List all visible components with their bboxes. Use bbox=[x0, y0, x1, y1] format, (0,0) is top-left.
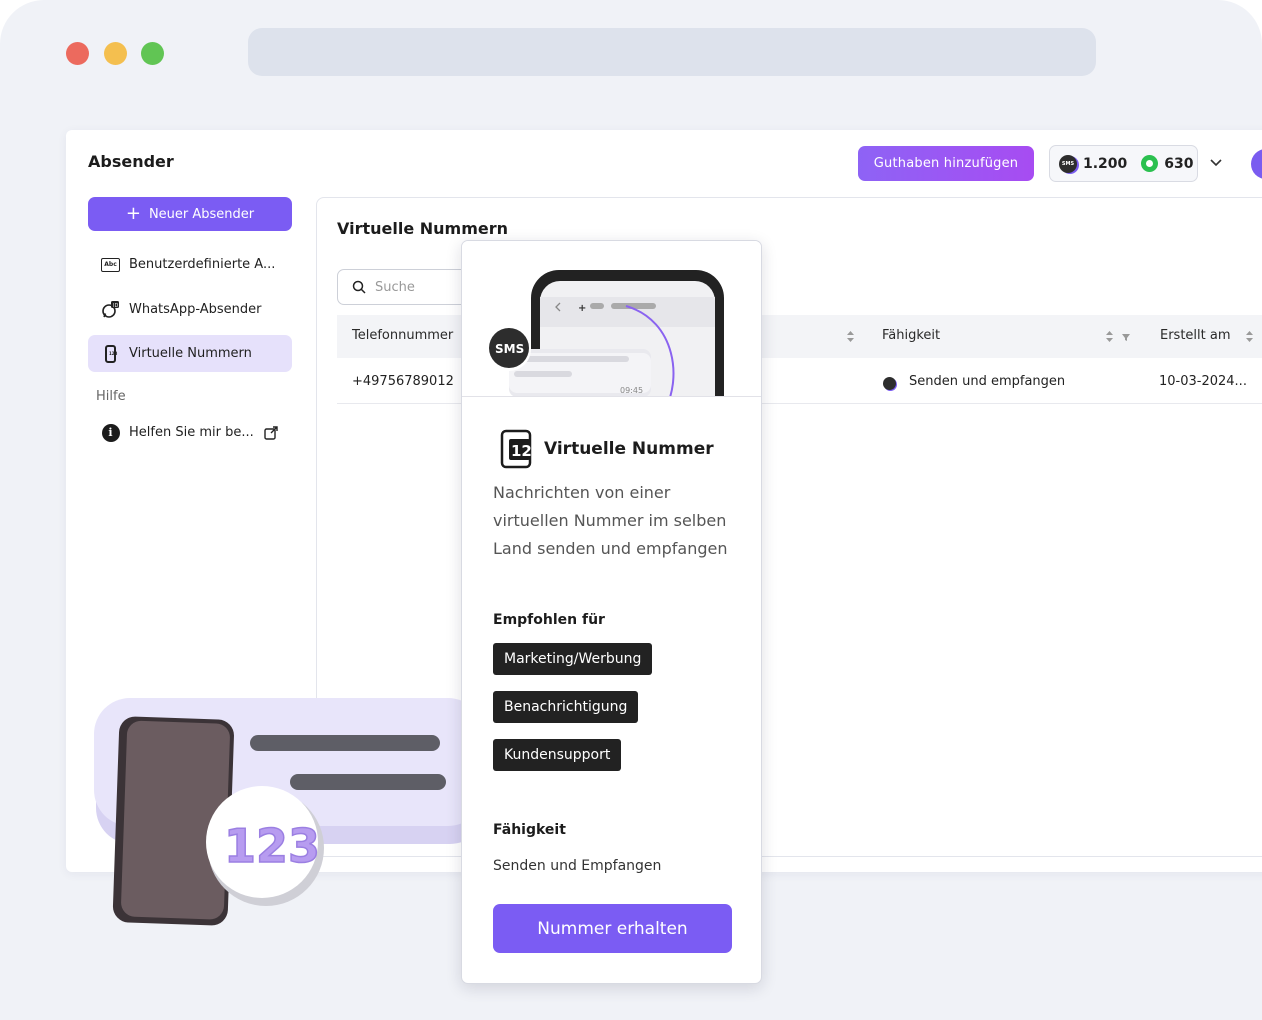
column-header-phone[interactable]: Telefonnummer bbox=[352, 328, 453, 343]
address-bar[interactable] bbox=[248, 28, 1096, 76]
whatsapp-balance: 630 bbox=[1164, 155, 1194, 172]
window-maximize-dot[interactable] bbox=[141, 42, 164, 65]
search-placeholder: Suche bbox=[375, 279, 415, 295]
card-description: Nachrichten von einer virtuellen Nummer … bbox=[493, 483, 728, 558]
whatsapp-id-icon: ID bbox=[101, 300, 120, 319]
svg-text:12: 12 bbox=[511, 442, 532, 460]
capability-value: Senden und Empfangen bbox=[493, 858, 662, 874]
message-time: 09:45 bbox=[620, 386, 643, 395]
sort-icon[interactable] bbox=[1105, 330, 1114, 343]
sidebar-item-virtual-numbers[interactable]: Virtuelle Nummern bbox=[88, 335, 292, 372]
new-sender-label: Neuer Absender bbox=[148, 206, 255, 222]
sidebar-item-help[interactable]: i Helfen Sie mir be... bbox=[88, 414, 292, 451]
filter-icon[interactable] bbox=[1121, 330, 1131, 343]
phone-sms-illustration: + 09:45 SMS bbox=[487, 270, 724, 396]
capability-heading: Fähigkeit bbox=[493, 822, 566, 838]
column-header-created[interactable]: Erstellt am bbox=[1160, 328, 1231, 343]
plus-icon: + bbox=[125, 203, 141, 224]
sidebar-item-label: Virtuelle Nummern bbox=[129, 346, 252, 361]
sms-badge: SMS bbox=[495, 342, 524, 356]
avatar[interactable] bbox=[1251, 149, 1262, 179]
card-title: Virtuelle Nummer bbox=[544, 439, 714, 459]
phone-number-icon bbox=[101, 344, 120, 363]
sms-icon: SMS bbox=[1059, 154, 1077, 173]
help-section-label: Hilfe bbox=[96, 389, 126, 404]
add-credit-button[interactable]: Guthaben hinzufügen bbox=[858, 146, 1034, 181]
browser-frame: Absender Guthaben hinzufügen SMS 1.200 6… bbox=[0, 0, 1262, 1020]
use-case-tag: Kundensupport bbox=[493, 739, 622, 771]
window-close-dot[interactable] bbox=[66, 42, 89, 65]
sidebar-item-label: Helfen Sie mir be... bbox=[129, 425, 254, 440]
whatsapp-icon bbox=[1141, 155, 1159, 172]
use-case-tag: Benachrichtigung bbox=[493, 691, 639, 723]
chevron-down-icon[interactable] bbox=[1210, 156, 1222, 168]
use-case-tag: Marketing/Werbung bbox=[493, 643, 653, 675]
card-header: 12 Virtuelle Nummer bbox=[500, 429, 714, 469]
card-hero-image: + 09:45 SMS bbox=[462, 241, 761, 397]
virtual-number-icon: 12 bbox=[500, 429, 532, 469]
sms-icon bbox=[883, 377, 896, 390]
capability-cell: Senden und empfangen bbox=[909, 374, 1066, 389]
phone-cell: +49756789012 bbox=[352, 374, 454, 389]
external-link-icon bbox=[264, 425, 278, 440]
phone-chat-illustration: 123 bbox=[94, 698, 486, 926]
sidebar-item-label: WhatsApp-Absender bbox=[129, 302, 262, 317]
sidebar-item-whatsapp-sender[interactable]: ID WhatsApp-Absender bbox=[88, 291, 292, 328]
sidebar-item-label: Benutzerdefinierte A... bbox=[129, 257, 276, 272]
svg-text:ID: ID bbox=[113, 303, 118, 309]
balance-widget[interactable]: SMS 1.200 630 bbox=[1049, 145, 1198, 182]
svg-text:+: + bbox=[578, 303, 586, 314]
abc-icon: Abc bbox=[101, 255, 120, 274]
get-number-button[interactable]: Nummer erhalten bbox=[493, 904, 732, 953]
sort-icon[interactable] bbox=[1245, 330, 1254, 343]
column-header-capability[interactable]: Fähigkeit bbox=[882, 328, 940, 343]
recommended-heading: Empfohlen für bbox=[493, 612, 605, 628]
sort-icon[interactable] bbox=[846, 330, 855, 343]
illustration-number: 123 bbox=[224, 819, 320, 873]
sms-balance: 1.200 bbox=[1083, 155, 1128, 172]
section-title: Virtuelle Nummern bbox=[337, 219, 509, 238]
sidebar-item-custom-sender[interactable]: Abc Benutzerdefinierte A... bbox=[88, 246, 292, 283]
search-icon bbox=[352, 280, 366, 294]
virtual-number-card: + 09:45 SMS 12 Virtuelle Nummer Nachrich… bbox=[461, 240, 762, 984]
new-sender-button[interactable]: + Neuer Absender bbox=[88, 197, 292, 231]
info-icon: i bbox=[101, 423, 120, 442]
window-minimize-dot[interactable] bbox=[104, 42, 127, 65]
page-title: Absender bbox=[88, 152, 174, 171]
created-cell: 10-03-2024... bbox=[1159, 374, 1247, 389]
